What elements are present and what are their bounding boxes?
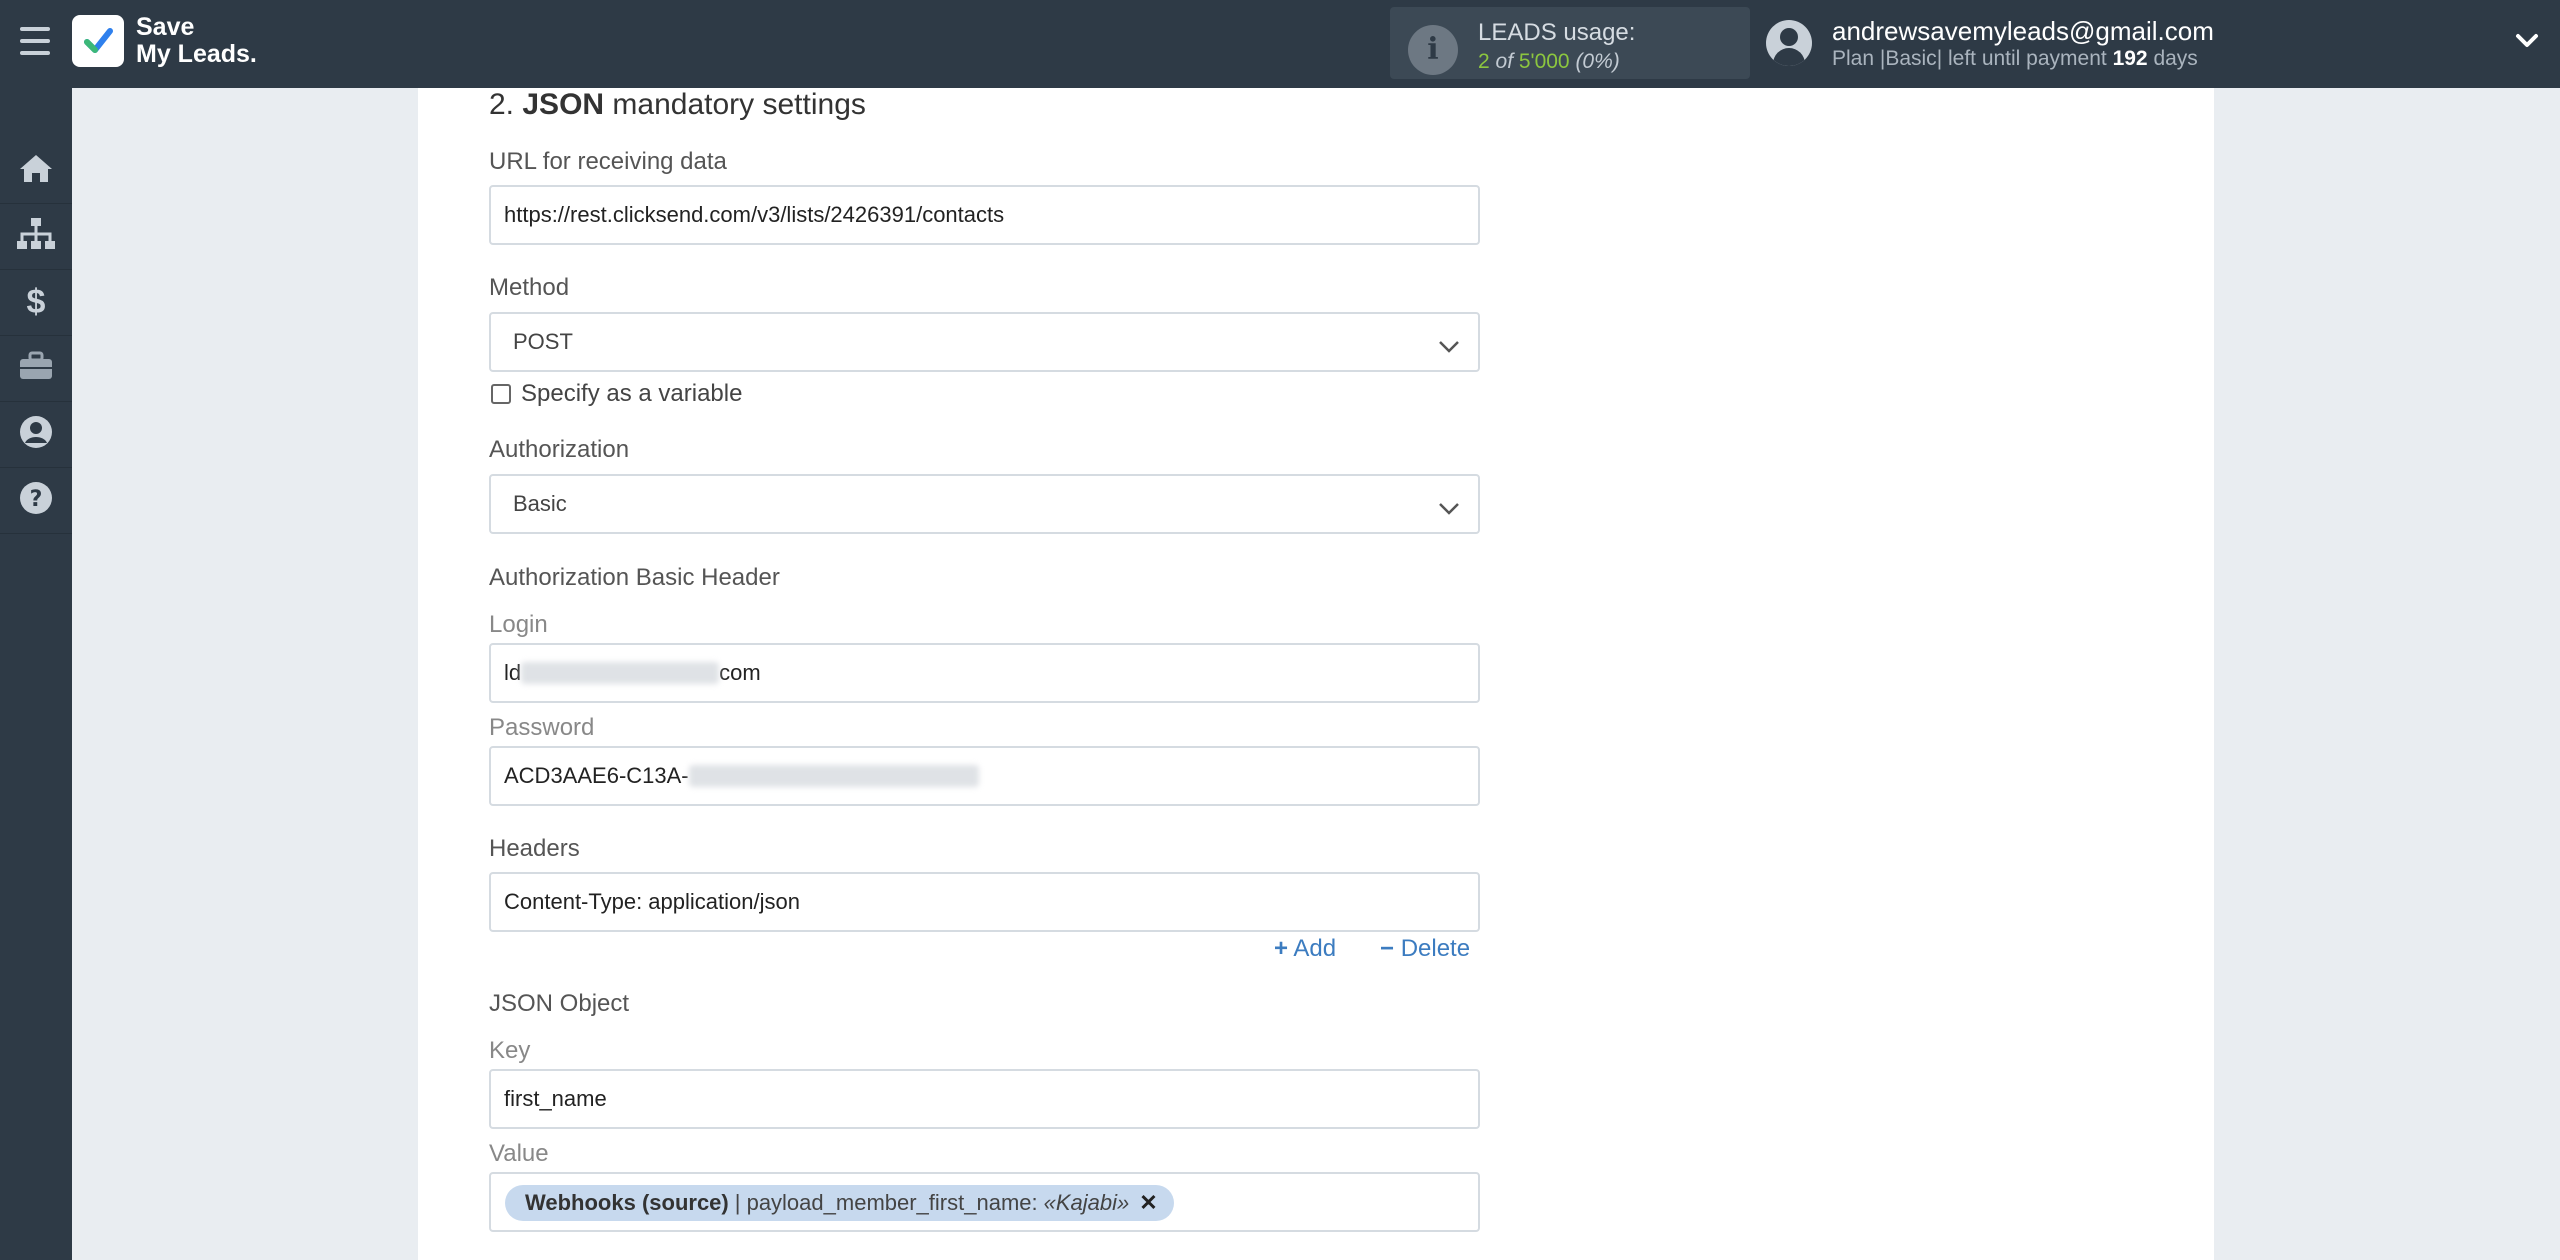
- method-label: Method: [489, 274, 570, 301]
- logo[interactable]: Save My Leads.: [72, 14, 257, 68]
- sitemap-icon: [16, 217, 56, 256]
- redacted-text: [688, 765, 979, 787]
- section-title: 2. JSON mandatory settings: [489, 88, 866, 121]
- menu-icon[interactable]: [20, 27, 50, 57]
- chevron-down-icon: [1438, 334, 1460, 360]
- delete-header-button[interactable]: − Delete: [1380, 935, 1470, 963]
- specify-variable-checkbox-row[interactable]: Specify as a variable: [491, 380, 742, 408]
- method-select[interactable]: POST: [489, 312, 1480, 372]
- minus-icon: −: [1380, 935, 1395, 962]
- specify-variable-label: Specify as a variable: [521, 380, 743, 407]
- authorization-select[interactable]: Basic: [489, 474, 1480, 534]
- headers-label: Headers: [489, 835, 580, 862]
- sidebar-item-home[interactable]: [0, 138, 72, 204]
- redacted-text: [521, 662, 720, 684]
- login-label: Login: [489, 611, 548, 638]
- leads-usage-box: i LEADS usage: 2 of 5'000 (0%): [1390, 7, 1750, 79]
- sidebar: $ ?: [0, 88, 72, 1260]
- logo-check-icon: [72, 15, 124, 67]
- user-avatar-icon[interactable]: [1766, 20, 1812, 66]
- key-label: Key: [489, 1037, 531, 1064]
- password-input[interactable]: ACD3AAE6-C13A-: [489, 746, 1480, 806]
- leads-usage-value: 2 of 5'000 (0%): [1478, 50, 1620, 73]
- json-object-label: JSON Object: [489, 990, 630, 1017]
- info-icon: i: [1408, 25, 1458, 75]
- authorization-label: Authorization: [489, 436, 630, 463]
- sidebar-item-connections[interactable]: [0, 204, 72, 270]
- logo-text: Save My Leads.: [136, 13, 257, 68]
- briefcase-icon: [18, 351, 54, 386]
- sidebar-item-account[interactable]: [0, 402, 72, 468]
- home-icon: [18, 152, 54, 189]
- url-label: URL for receiving data: [489, 148, 727, 175]
- sidebar-item-tools[interactable]: [0, 336, 72, 402]
- dollar-icon: $: [26, 283, 46, 321]
- url-input[interactable]: https://rest.clicksend.com/v3/lists/2426…: [489, 185, 1480, 245]
- add-header-button[interactable]: + Add: [1274, 935, 1336, 963]
- specify-variable-checkbox[interactable]: [491, 384, 511, 404]
- svg-text:?: ?: [30, 487, 43, 512]
- headers-input[interactable]: Content-Type: application/json: [489, 872, 1480, 932]
- auth-header-label: Authorization Basic Header: [489, 564, 780, 591]
- top-bar: Save My Leads. i LEADS usage: 2 of 5'000…: [0, 0, 2560, 88]
- user-email[interactable]: andrewsavemyleads@gmail.com: [1832, 16, 2214, 47]
- key-input[interactable]: first_name: [489, 1069, 1480, 1129]
- password-label: Password: [489, 714, 595, 741]
- chevron-down-icon[interactable]: [2512, 26, 2542, 56]
- sidebar-item-billing[interactable]: $: [0, 270, 72, 336]
- plus-icon: +: [1274, 935, 1289, 962]
- leads-usage-label: LEADS usage:: [1478, 19, 1636, 46]
- value-field-tag[interactable]: Webhooks (source) | payload_member_first_…: [505, 1185, 1174, 1221]
- help-icon: ?: [19, 481, 53, 520]
- value-label: Value: [489, 1140, 549, 1167]
- login-input[interactable]: ld com: [489, 643, 1480, 703]
- user-circle-icon: [19, 415, 53, 454]
- close-icon[interactable]: ✕: [1139, 1190, 1157, 1216]
- sidebar-item-help[interactable]: ?: [0, 468, 72, 534]
- user-plan-info: Plan |Basic| left until payment 192 days: [1832, 47, 2198, 70]
- chevron-down-icon: [1438, 496, 1460, 522]
